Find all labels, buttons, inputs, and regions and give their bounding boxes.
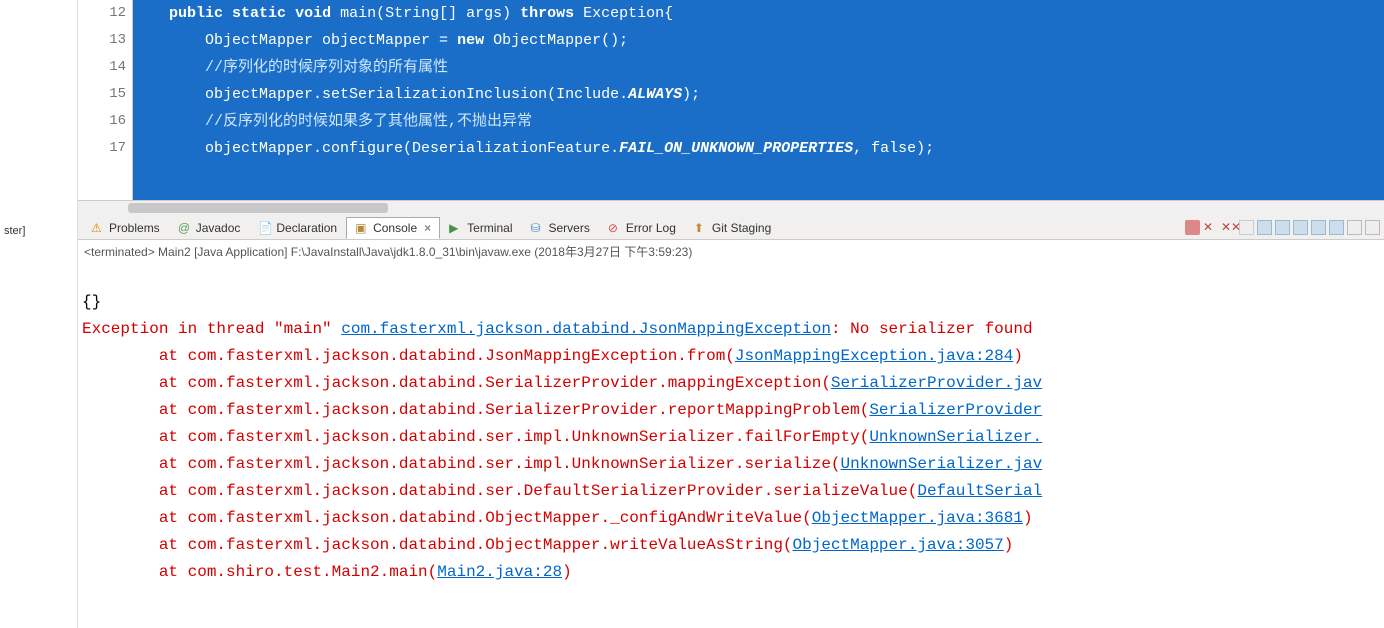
- scrollbar-thumb[interactable]: [128, 203, 388, 213]
- exception-class-link[interactable]: com.fasterxml.jackson.databind.JsonMappi…: [341, 320, 831, 338]
- tab-errorlog[interactable]: ⊘ Error Log: [599, 217, 685, 239]
- out-line: {}: [82, 293, 101, 311]
- console-icon: ▣: [355, 221, 369, 235]
- remove-all-icon[interactable]: ✕✕: [1221, 220, 1236, 235]
- tab-label: Javadoc: [196, 221, 241, 235]
- terminal-icon: ▶: [449, 221, 463, 235]
- tab-declaration[interactable]: 📄 Declaration: [249, 217, 346, 239]
- exception-header: Exception in thread "main" com.fasterxml…: [82, 320, 1042, 338]
- code-line[interactable]: //序列化的时候序列对象的所有属性: [133, 54, 1384, 81]
- tree-item-fragment: ster]: [4, 225, 25, 237]
- tab-label: Error Log: [626, 221, 676, 235]
- stack-line: at com.shiro.test.Main2.main(Main2.java:…: [82, 563, 572, 581]
- pin-console-icon[interactable]: [1293, 220, 1308, 235]
- problems-icon: ⚠: [91, 221, 105, 235]
- declaration-icon: 📄: [258, 221, 272, 235]
- tab-label: Declaration: [276, 221, 337, 235]
- code-editor[interactable]: 121314151617 public static void main(Str…: [78, 0, 1384, 200]
- source-link[interactable]: JsonMappingException.java:284: [735, 347, 1013, 365]
- views-tab-bar: ⚠ Problems @ Javadoc 📄 Declaration ▣ Con…: [78, 216, 1384, 240]
- close-icon[interactable]: ×: [424, 221, 431, 235]
- code-line[interactable]: //反序列化的时候如果多了其他属性,不抛出异常: [133, 108, 1384, 135]
- line-number-gutter: 121314151617: [78, 0, 133, 200]
- minimize-icon[interactable]: [1347, 220, 1362, 235]
- code-content[interactable]: public static void main(String[] args) t…: [133, 0, 1384, 200]
- console-status-line: <terminated> Main2 [Java Application] F:…: [78, 240, 1384, 262]
- servers-icon: ⛁: [531, 221, 545, 235]
- clear-console-icon[interactable]: [1239, 220, 1254, 235]
- errorlog-icon: ⊘: [608, 221, 622, 235]
- line-number: 12: [78, 0, 126, 27]
- console-output[interactable]: {} Exception in thread "main" com.faster…: [78, 262, 1384, 628]
- source-link[interactable]: DefaultSerial: [917, 482, 1042, 500]
- status-text: <terminated> Main2 [Java Application] F:…: [84, 245, 692, 259]
- source-link[interactable]: ObjectMapper.java:3681: [812, 509, 1023, 527]
- line-number: 15: [78, 81, 126, 108]
- console-toolbar: ✕ ✕✕: [1185, 220, 1380, 235]
- javadoc-icon: @: [178, 221, 192, 235]
- tab-servers[interactable]: ⛁ Servers: [522, 217, 599, 239]
- line-number: 17: [78, 135, 126, 162]
- terminate-icon[interactable]: [1185, 220, 1200, 235]
- tab-label: Servers: [549, 221, 590, 235]
- gitstaging-icon: ⬆: [694, 221, 708, 235]
- source-link[interactable]: UnknownSerializer.: [869, 428, 1042, 446]
- stack-line: at com.fasterxml.jackson.databind.Serial…: [82, 374, 1042, 392]
- tab-console[interactable]: ▣ Console ×: [346, 217, 440, 239]
- line-number: 14: [78, 54, 126, 81]
- stack-line: at com.fasterxml.jackson.databind.ser.im…: [82, 428, 1042, 446]
- tab-label: Git Staging: [712, 221, 771, 235]
- stack-line: at com.fasterxml.jackson.databind.Serial…: [82, 401, 1042, 419]
- source-link[interactable]: SerializerProvider.jav: [831, 374, 1042, 392]
- code-line[interactable]: objectMapper.setSerializationInclusion(I…: [133, 81, 1384, 108]
- word-wrap-icon[interactable]: [1275, 220, 1290, 235]
- display-console-icon[interactable]: [1311, 220, 1326, 235]
- code-line[interactable]: public static void main(String[] args) t…: [133, 0, 1384, 27]
- stack-line: at com.fasterxml.jackson.databind.Object…: [82, 509, 1033, 527]
- maximize-icon[interactable]: [1365, 220, 1380, 235]
- stack-line: at com.fasterxml.jackson.databind.Object…: [82, 536, 1013, 554]
- line-number: 13: [78, 27, 126, 54]
- line-number: 16: [78, 108, 126, 135]
- source-link[interactable]: UnknownSerializer.jav: [841, 455, 1043, 473]
- open-console-icon[interactable]: [1329, 220, 1344, 235]
- code-line[interactable]: objectMapper.configure(DeserializationFe…: [133, 135, 1384, 162]
- tab-label: Terminal: [467, 221, 512, 235]
- package-explorer-edge: ster]: [0, 0, 78, 628]
- tab-terminal[interactable]: ▶ Terminal: [440, 217, 521, 239]
- source-link[interactable]: SerializerProvider: [869, 401, 1042, 419]
- source-link[interactable]: Main2.java:28: [437, 563, 562, 581]
- horizontal-scrollbar[interactable]: [78, 200, 1384, 216]
- tab-javadoc[interactable]: @ Javadoc: [169, 217, 250, 239]
- code-line[interactable]: ObjectMapper objectMapper = new ObjectMa…: [133, 27, 1384, 54]
- tab-label: Console: [373, 221, 417, 235]
- stack-line: at com.fasterxml.jackson.databind.ser.De…: [82, 482, 1042, 500]
- scroll-lock-icon[interactable]: [1257, 220, 1272, 235]
- source-link[interactable]: ObjectMapper.java:3057: [793, 536, 1004, 554]
- remove-launch-icon[interactable]: ✕: [1203, 220, 1218, 235]
- tab-problems[interactable]: ⚠ Problems: [82, 217, 169, 239]
- stack-line: at com.fasterxml.jackson.databind.JsonMa…: [82, 347, 1023, 365]
- tab-label: Problems: [109, 221, 160, 235]
- tab-gitstaging[interactable]: ⬆ Git Staging: [685, 217, 780, 239]
- stack-line: at com.fasterxml.jackson.databind.ser.im…: [82, 455, 1042, 473]
- main-area: 121314151617 public static void main(Str…: [78, 0, 1384, 628]
